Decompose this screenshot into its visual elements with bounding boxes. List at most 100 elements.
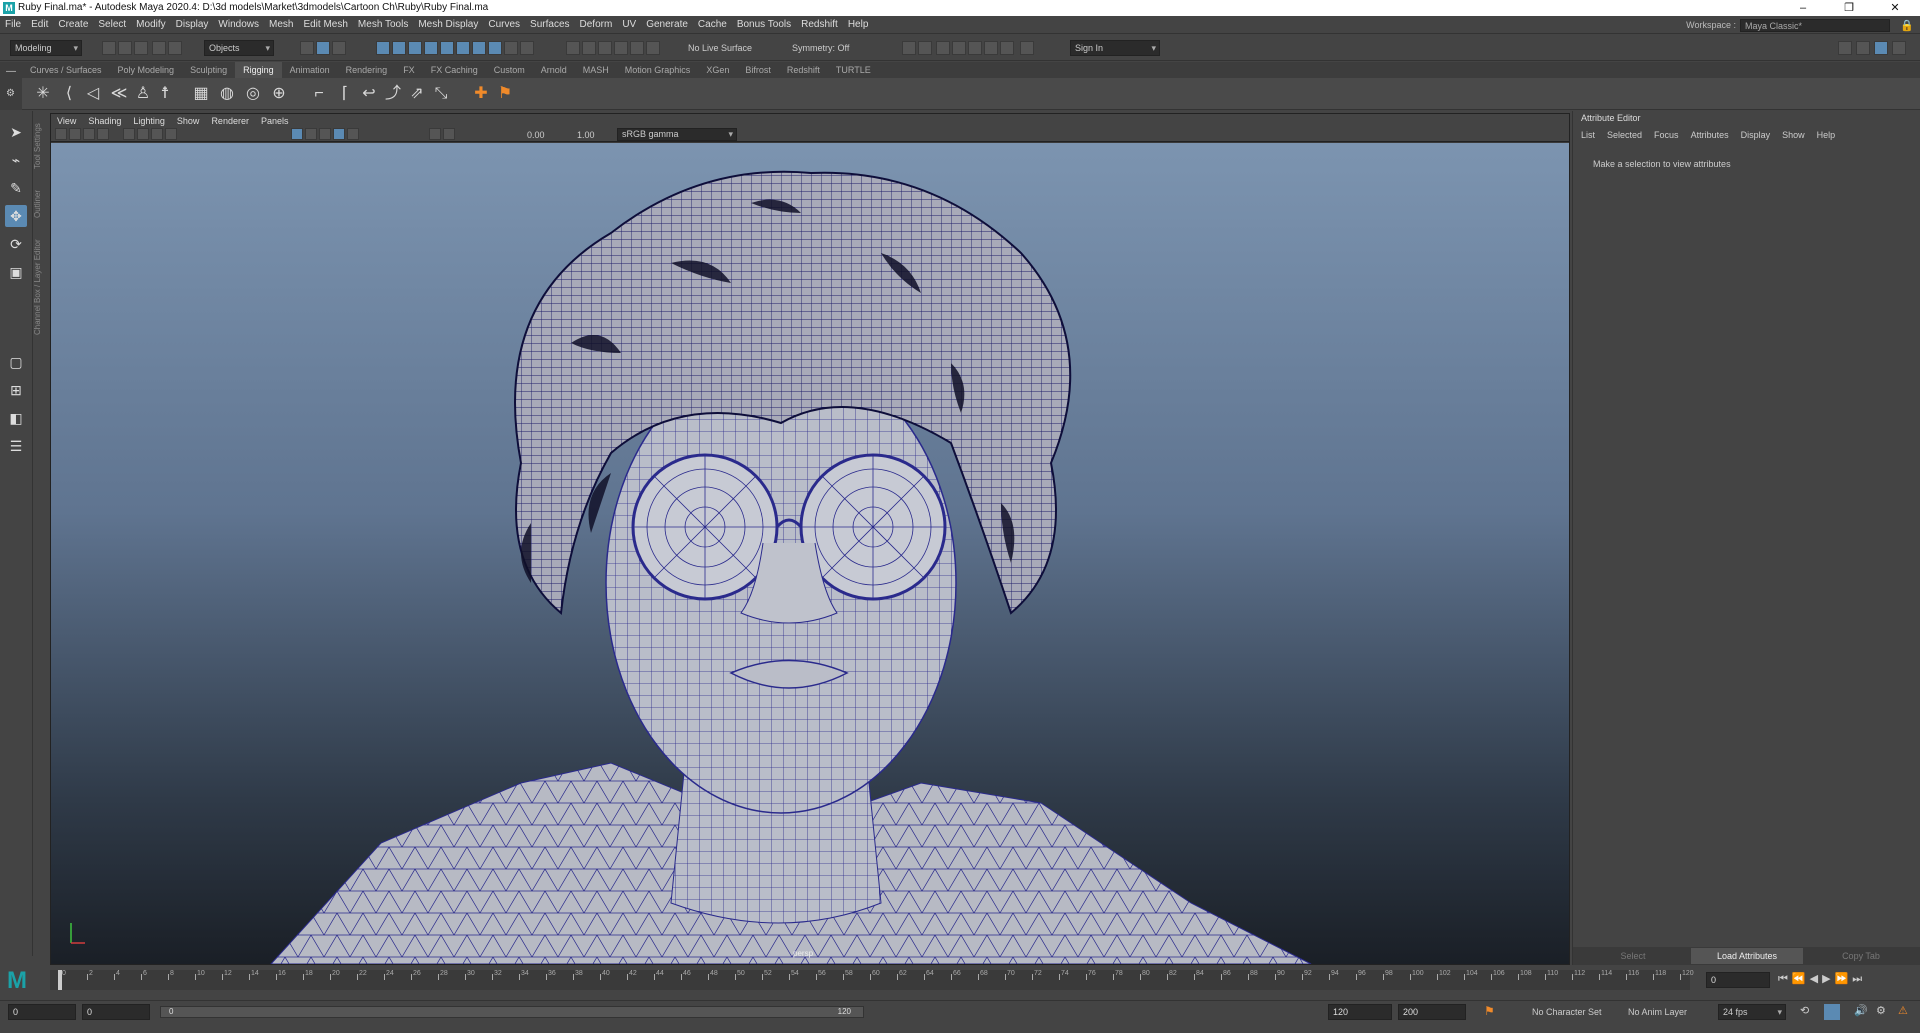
shelf-tab-rigging[interactable]: Rigging	[235, 62, 282, 78]
fps-dropdown[interactable]: 24 fps	[1718, 1004, 1786, 1020]
set-driven-key-icon[interactable]: ⚑	[494, 83, 516, 105]
shelf-tab-animation[interactable]: Animation	[282, 62, 338, 78]
select-component-icon[interactable]	[332, 41, 346, 55]
snap-point-icon[interactable]	[598, 41, 612, 55]
render-settings-icon[interactable]	[968, 41, 982, 55]
ae-copy-tab-button[interactable]: Copy Tab	[1805, 948, 1917, 964]
snap-view-plane-icon[interactable]	[614, 41, 628, 55]
new-scene-icon[interactable]	[102, 41, 116, 55]
current-frame-field[interactable]: 0	[1706, 972, 1770, 988]
menu-modify[interactable]: Modify	[131, 16, 170, 34]
color-space-dropdown[interactable]: sRGB gamma	[617, 128, 737, 141]
toggle-attribute-editor-icon[interactable]	[1856, 41, 1870, 55]
point-constraint-icon[interactable]: ↩	[358, 83, 380, 105]
scale-tool-icon[interactable]: ▣	[5, 261, 27, 283]
rotate-tool-icon[interactable]: ⟳	[5, 233, 27, 255]
shelf-tab-fx[interactable]: FX	[395, 62, 423, 78]
snap-grid-icon[interactable]	[566, 41, 580, 55]
humanik-icon[interactable]: ♙	[132, 83, 154, 105]
gamma-field[interactable]: 1.00	[577, 128, 595, 142]
shelf-tab-xgen[interactable]: XGen	[698, 62, 737, 78]
shelf-tab-curves-surfaces[interactable]: Curves / Surfaces	[22, 62, 110, 78]
film-gate-icon[interactable]	[137, 128, 149, 140]
viewport-menu-view[interactable]: View	[51, 114, 82, 128]
loop-icon[interactable]: ⟲	[1800, 1004, 1809, 1017]
lasso-tool-icon[interactable]: ⌁	[5, 149, 27, 171]
ik-handle-icon[interactable]: ⟨	[58, 83, 80, 105]
auto-key-icon[interactable]: ⚑	[1484, 1004, 1495, 1018]
skin-bind-icon[interactable]: ▦	[190, 83, 212, 105]
move-tool-icon[interactable]: ✥	[5, 205, 27, 227]
lock-icon[interactable]: 🔒	[1900, 19, 1914, 32]
exposure-field[interactable]: 0.00	[527, 128, 545, 142]
open-scene-icon[interactable]	[118, 41, 132, 55]
grid-icon[interactable]	[123, 128, 135, 140]
mask-handles-icon[interactable]	[376, 41, 390, 55]
menu-cache[interactable]: Cache	[693, 16, 732, 34]
ae-menu-help[interactable]: Help	[1817, 130, 1836, 140]
workspace-dropdown[interactable]: Maya Classic*	[1740, 18, 1890, 32]
select-hierarchy-icon[interactable]	[300, 41, 314, 55]
input-output-icon[interactable]	[902, 41, 916, 55]
gate-mask-icon[interactable]	[165, 128, 177, 140]
mask-misc-icon[interactable]	[488, 41, 502, 55]
parent-constraint-icon[interactable]: ⤡	[430, 83, 452, 105]
go-to-start-icon[interactable]: ⏮	[1778, 973, 1792, 985]
xray-icon[interactable]	[429, 128, 441, 140]
select-tool-icon[interactable]: ➤	[5, 121, 27, 143]
mask-joints-icon[interactable]	[392, 41, 406, 55]
menu-edit-mesh[interactable]: Edit Mesh	[298, 16, 352, 34]
ae-menu-display[interactable]: Display	[1741, 130, 1771, 140]
shadows-icon[interactable]	[347, 128, 359, 140]
shelf-tab-fx-caching[interactable]: FX Caching	[423, 62, 486, 78]
bookmarks-icon[interactable]	[83, 128, 95, 140]
shelf-tab-motion-graphics[interactable]: Motion Graphics	[617, 62, 699, 78]
menu-mesh-tools[interactable]: Mesh Tools	[353, 16, 413, 34]
menu-select[interactable]: Select	[93, 16, 131, 34]
menu-windows[interactable]: Windows	[213, 16, 264, 34]
smooth-shade-icon[interactable]	[305, 128, 317, 140]
outliner-layout-icon[interactable]: ☰	[5, 435, 27, 457]
viewport-menu-panels[interactable]: Panels	[255, 114, 295, 128]
cache-playback-icon[interactable]	[1824, 1004, 1840, 1020]
save-scene-icon[interactable]	[134, 41, 148, 55]
play-forward-icon[interactable]: ▶	[1822, 973, 1834, 985]
viewport-menu-renderer[interactable]: Renderer	[205, 114, 255, 128]
lock-selection-icon[interactable]	[504, 41, 518, 55]
live-surface-label[interactable]: No Live Surface	[688, 41, 752, 55]
viewport-menu-lighting[interactable]: Lighting	[127, 114, 171, 128]
toggle-modeling-toolkit-icon[interactable]	[1838, 41, 1852, 55]
wireframe-on-shaded-icon[interactable]	[291, 128, 303, 140]
character-set-dropdown[interactable]: No Character Set	[1532, 1005, 1602, 1019]
cluster-icon[interactable]: ⌐	[308, 83, 330, 105]
four-view-layout-icon[interactable]: ⊞	[5, 379, 27, 401]
range-slider[interactable]: 0 120	[160, 1006, 864, 1018]
quick-rig-icon[interactable]: ☨	[154, 83, 176, 105]
shelf-tab-custom[interactable]: Custom	[486, 62, 533, 78]
shelf-collapse-icon[interactable]: —	[6, 66, 16, 77]
mask-surfaces-icon[interactable]	[424, 41, 438, 55]
menu-deform[interactable]: Deform	[575, 16, 618, 34]
hypershade-icon[interactable]	[984, 41, 998, 55]
ae-menu-focus[interactable]: Focus	[1654, 130, 1679, 140]
viewport-3d-scene[interactable]: persp	[51, 143, 1569, 964]
smooth-bind-icon[interactable]: ◍	[216, 83, 238, 105]
menu-bonus-tools[interactable]: Bonus Tools	[732, 16, 796, 34]
go-to-end-icon[interactable]: ⏭	[1852, 973, 1866, 985]
channel-box-tab[interactable]: Channel Box / Layer Editor	[33, 234, 47, 340]
ik-spline-icon[interactable]: ◁	[82, 83, 104, 105]
menu-edit[interactable]: Edit	[26, 16, 53, 34]
ae-menu-list[interactable]: List	[1581, 130, 1595, 140]
highlight-selection-icon[interactable]	[520, 41, 534, 55]
menu-mesh-display[interactable]: Mesh Display	[413, 16, 483, 34]
step-forward-key-icon[interactable]: ⏩	[1835, 973, 1853, 985]
time-slider[interactable]: 0 2 4 6 8 10 12 14 16 18 20 22 24 26 28 30 32 34 36 38 40 42 4…	[50, 970, 1694, 990]
shelf-menu-icon[interactable]: ⚙	[6, 88, 15, 99]
resolution-gate-icon[interactable]	[151, 128, 163, 140]
menu-help[interactable]: Help	[843, 16, 874, 34]
paint-weights-icon[interactable]: ◎	[242, 83, 264, 105]
playback-end-field[interactable]: 120	[1328, 1004, 1392, 1020]
undo-icon[interactable]	[152, 41, 166, 55]
playback-start-field[interactable]: 0	[82, 1004, 150, 1020]
pause-viewport-icon[interactable]	[1020, 41, 1034, 55]
